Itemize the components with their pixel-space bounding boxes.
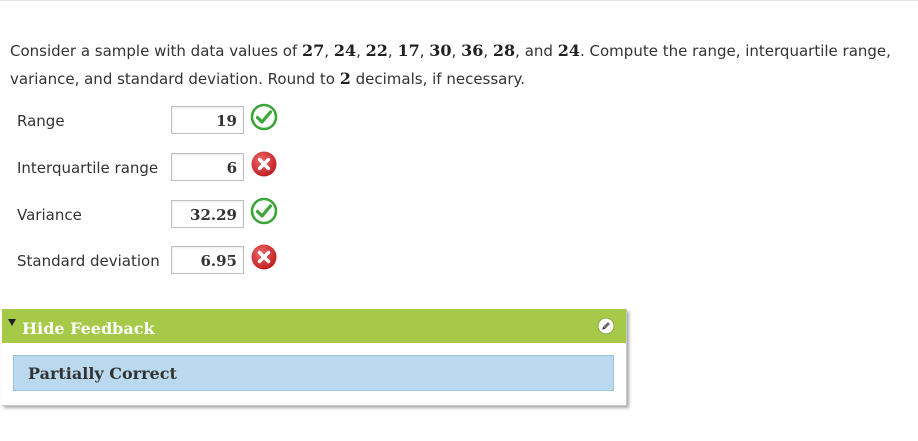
data-value: 22 [365,41,388,60]
data-value: 28 [492,41,516,60]
variance-label: Variance [17,206,82,224]
question-text: Consider a sample with data values of 27… [10,41,891,88]
data-value: 30 [429,41,452,60]
data-value: 17 [397,41,420,60]
hide-feedback-label[interactable]: Hide Feedback [22,319,155,338]
data-value: 27 [302,41,325,60]
range-input[interactable]: 19 [171,106,244,134]
data-value: 24 [333,41,357,60]
incorrect-icon [251,244,277,270]
collapse-arrow-icon [8,319,16,326]
decimals-value: 2 [339,69,351,88]
std-dev-input[interactable]: 6.95 [171,246,244,274]
question-part: decimals, if necessary. [350,70,526,88]
iqr-input[interactable]: 6 [171,153,244,181]
question-part: and [524,42,553,60]
correct-icon [250,103,278,131]
answer-row-range: Range 19 [0,103,320,136]
feedback-toggle[interactable]: Hide Feedback [2,309,626,343]
feedback-panel: Hide Feedback Partially Correct [2,309,627,406]
top-divider [0,0,918,1]
iqr-label: Interquartile range [17,159,159,177]
answer-row-variance: Variance 32.29 [0,197,320,230]
correct-icon [250,197,278,225]
feedback-status-box: Partially Correct [13,355,614,391]
range-label: Range [17,112,65,130]
question-part: Consider a sample with data values of [10,42,303,60]
answer-row-std-dev: Standard deviation 6.95 [0,244,320,276]
feedback-status: Partially Correct [28,364,177,383]
data-value: 36 [461,41,484,60]
answer-row-iqr: Interquartile range 6 [0,151,320,183]
variance-input[interactable]: 32.29 [171,200,244,228]
data-value: 24 [557,41,580,60]
pencil-icon[interactable] [597,317,615,335]
incorrect-icon [251,151,277,177]
std-dev-label: Standard deviation [17,252,160,270]
